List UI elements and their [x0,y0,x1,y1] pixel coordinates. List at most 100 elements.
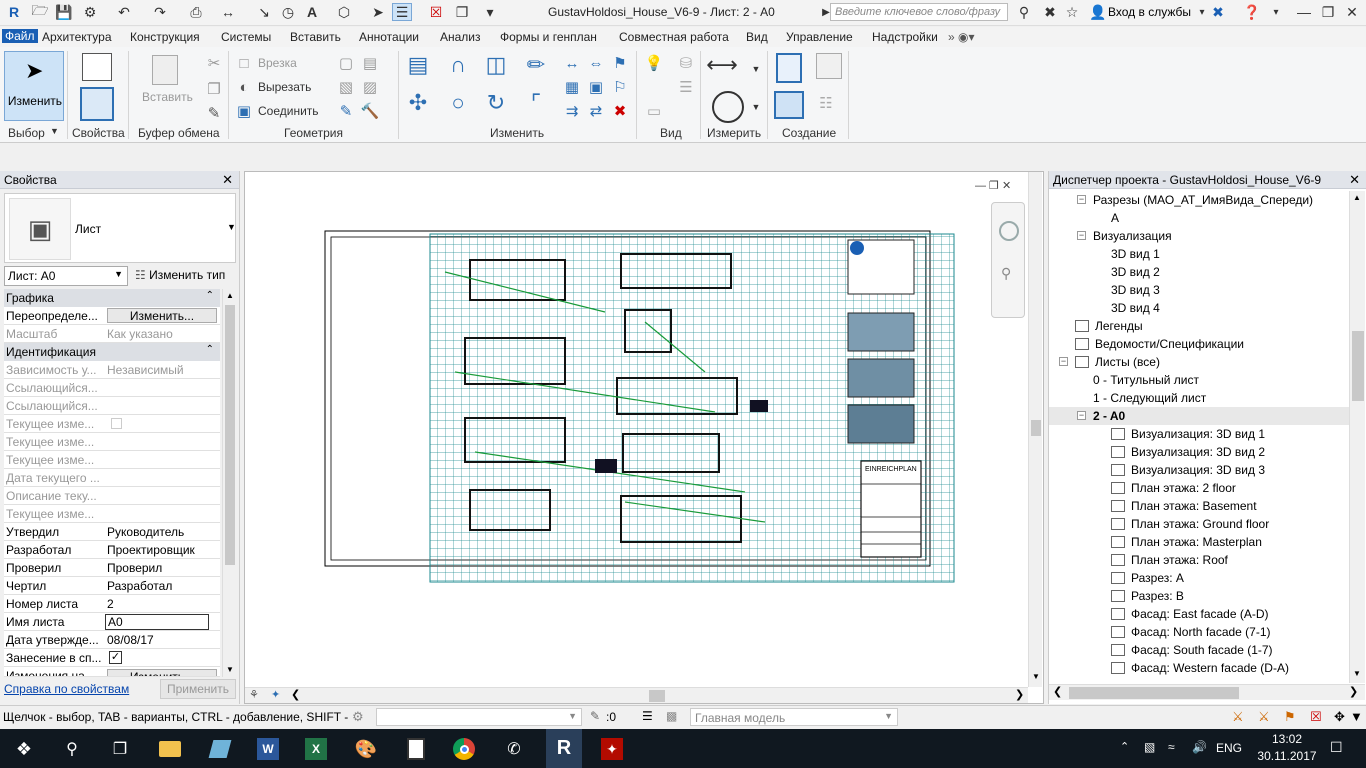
trim-extend-icon[interactable]: ⌜ [526,90,546,115]
tray-chevron-icon[interactable]: ⌃ [1120,740,1129,753]
property-row[interactable]: Изменения на ... Изменить... [4,667,220,677]
instance-selector[interactable]: Лист: A0 ▼ [4,266,128,286]
open-icon[interactable]: 🗁 [30,2,50,21]
browser-item[interactable]: 3D вид 3 [1049,281,1349,299]
steering-wheel-icon[interactable] [999,221,1019,241]
browser-item[interactable]: Ведомости/Спецификации [1049,335,1349,353]
browser-item[interactable]: План этажа: Roof [1049,551,1349,569]
section-identity[interactable]: Идентификация ⌃ [4,343,220,361]
browser-item[interactable]: 0 - Титульный лист [1049,371,1349,389]
rotate-icon[interactable]: ↻ [486,90,506,115]
navigation-bar[interactable]: ⚲ [991,202,1025,318]
menu-massing[interactable]: Формы и генплан [500,30,597,44]
array-icon[interactable]: ▦ [562,77,582,97]
property-value[interactable]: 08/08/17 [107,633,217,647]
browser-item[interactable]: 3D вид 2 [1049,263,1349,281]
offset-icon[interactable]: ∩ [448,52,468,77]
join-icon[interactable]: ▣ [234,101,254,121]
sync-icon[interactable]: ⚙ [80,3,100,21]
scroll-up-icon[interactable]: ▲ [1353,193,1361,202]
apply-button[interactable]: Применить [160,679,236,699]
property-value[interactable]: 2 [107,597,217,611]
properties-help-link[interactable]: Справка по свойствам [4,682,129,696]
user-icon[interactable]: 👤 [1088,3,1108,21]
browser-item[interactable]: − Листы (все) [1049,353,1349,371]
geometry-tool-2-icon[interactable]: ▤ [360,53,380,73]
scroll-right-icon[interactable]: ❯ [1349,685,1358,698]
sheet-list-checkbox[interactable]: ✓ [109,651,122,664]
create-assembly-icon[interactable] [774,91,804,119]
select-links-icon[interactable]: ⚔ [1232,709,1244,725]
notifications-icon[interactable]: ☐ [1330,739,1343,756]
scale-icon[interactable]: ▣ [586,77,606,97]
battery-icon[interactable]: ▧ [1144,740,1155,754]
selection-filter-icon[interactable]: ✎ [590,709,600,723]
scroll-thumb[interactable] [1031,420,1041,436]
menu-manage[interactable]: Управление [786,30,853,44]
scroll-down-icon[interactable]: ▼ [1353,669,1361,678]
design-option-select[interactable]: Главная модель ▼ [690,708,898,726]
browser-item[interactable]: 1 - Следующий лист [1049,389,1349,407]
app-icon[interactable] [204,733,236,765]
clock-time[interactable]: 13:02 [1262,732,1312,746]
demolish-icon[interactable]: 🔨 [360,101,380,121]
delete-icon[interactable]: ✖ [610,101,630,121]
browser-item[interactable]: − Разрезы (МАО_АТ_ИмяВида_Спереди) [1049,191,1349,209]
browser-item[interactable]: Легенды [1049,317,1349,335]
paint-icon[interactable]: ▭ [644,101,664,121]
paste-label[interactable]: Вставить [142,90,193,104]
collapse-toggle-icon[interactable]: − [1077,195,1086,204]
view-scale-icon[interactable]: ⚘ [249,688,259,701]
close-properties-icon[interactable]: ✕ [222,172,233,188]
tag-icon[interactable]: ◷ [278,3,298,21]
aligned-dimension-icon[interactable]: ⟷ [706,52,738,77]
cut-geometry-label[interactable]: Вырезать [258,80,311,94]
excel-icon[interactable]: X [300,733,332,765]
word-icon[interactable]: W [252,733,284,765]
collapse-toggle-icon[interactable]: − [1077,231,1086,240]
dimension-dropdown-icon[interactable]: ▼ [746,59,766,79]
explorer-icon[interactable] [154,733,186,765]
cut-geometry-icon[interactable]: ◐ [234,77,254,97]
property-row[interactable]: Проверил Проверил [4,559,220,577]
split-icon[interactable]: ↔ [562,53,582,73]
switch-windows-icon[interactable]: ❐ [452,3,472,21]
type-dropdown-icon[interactable]: ▼ [227,222,236,232]
trim-multi-icon[interactable]: ⇉ [562,101,582,121]
sheet-name-input[interactable]: A0 [105,614,209,630]
menu-structure[interactable]: Конструкция [130,30,200,44]
collapse-toggle-icon[interactable]: − [1077,411,1086,420]
menu-architecture[interactable]: Архитектура [42,30,112,44]
start-icon[interactable]: ❖ [8,733,40,765]
graphics-override-button[interactable]: Изменить... [107,308,217,323]
ribbon-more-icon[interactable]: » ◉▾ [948,30,975,44]
drag-elements-icon[interactable]: ✥ [1334,709,1345,725]
vertical-scrollbar[interactable]: ▼ [1028,172,1042,687]
hide-icon[interactable]: 💡 [644,53,664,73]
3d-view-icon[interactable]: ⬡ [334,3,354,21]
task-view-icon[interactable]: ❐ [104,733,136,765]
menu-annotate[interactable]: Аннотации [359,30,419,44]
close-hidden-icon[interactable]: ☒ [426,3,446,21]
autodesk-app-icon[interactable]: ✖ [1208,3,1228,21]
scroll-up-icon[interactable]: ▲ [226,291,234,300]
browser-item[interactable]: 3D вид 1 [1049,245,1349,263]
type-selector[interactable]: ▣ Лист ▼ [4,193,236,263]
browser-scrollbar[interactable]: ▲ ▼ [1349,191,1365,683]
section-graphics[interactable]: Графика ⌃ [4,289,220,307]
panel-select-label[interactable]: Выбор [8,126,45,140]
property-row[interactable]: Утвердил Руководитель [4,523,220,541]
select-underlay-icon[interactable]: ⚔ [1258,709,1270,725]
browser-hscrollbar[interactable]: ❮ ❯ [1049,684,1365,700]
zoom-icon[interactable]: ⚲ [1001,265,1011,282]
scroll-left-icon[interactable]: ❮ [1053,685,1062,698]
mirror-draw-icon[interactable]: ✏ [526,52,546,77]
view-control-bar[interactable]: ⚘ ✦ ❮ ❯ [245,687,1028,703]
collapse-icon[interactable]: ⌃ [206,344,214,355]
editing-requests-icon[interactable]: ▩ [666,709,677,723]
match-properties-icon[interactable]: ✎ [204,103,224,123]
help-dropdown-icon[interactable]: ▾ [1266,3,1286,21]
browser-item[interactable]: План этажа: Ground floor [1049,515,1349,533]
browser-item[interactable]: Фасад: Western facade (D-A) [1049,659,1349,677]
join-label[interactable]: Соединить [258,104,319,118]
